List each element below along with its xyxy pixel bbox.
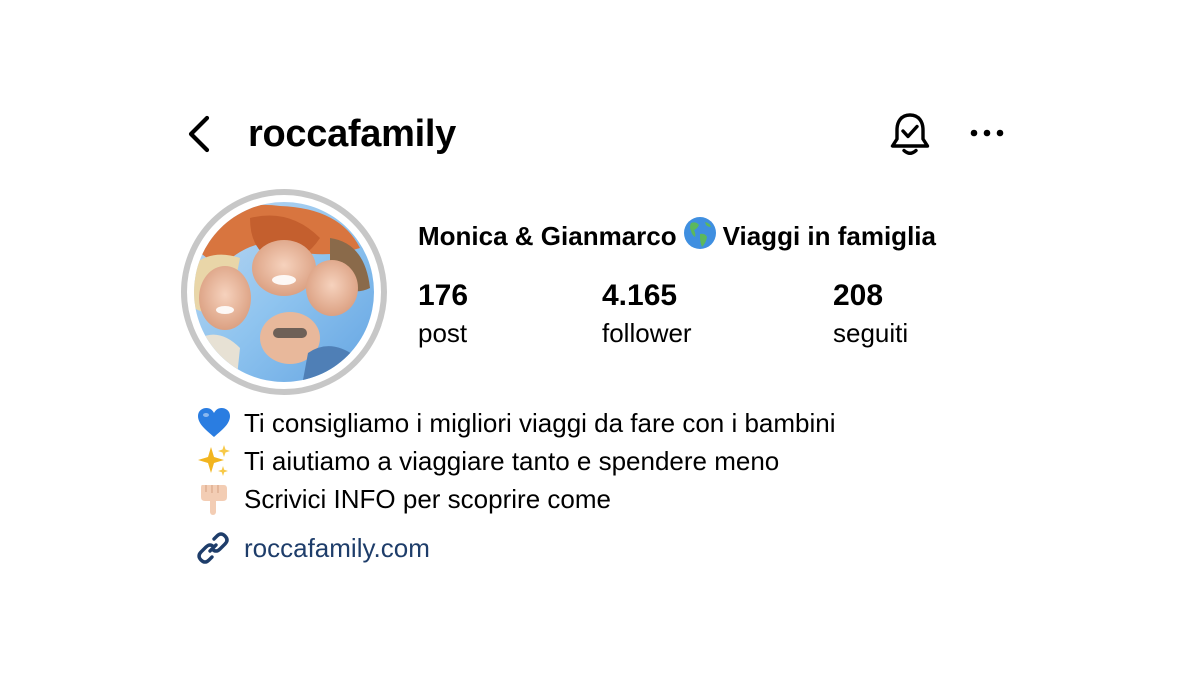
posts-label: post <box>418 318 468 348</box>
bio-text: Scrivici INFO per scoprire come <box>244 484 611 514</box>
stat-following[interactable]: 208 seguiti <box>833 278 908 352</box>
more-options-button[interactable] <box>967 118 1007 148</box>
bio-line: Ti aiutiamo a viaggiare tanto e spendere… <box>196 442 836 480</box>
globe-americas-icon <box>683 217 716 249</box>
following-label: seguiti <box>833 318 909 348</box>
sparkles-icon <box>198 445 230 476</box>
display-name-part2: Viaggi in famiglia <box>722 221 936 251</box>
profile-avatar[interactable] <box>180 188 388 396</box>
followers-count: 4.165 <box>602 279 678 312</box>
profile-bio: Ti consigliamo i migliori viaggi da fare… <box>196 404 836 518</box>
display-name-part1: Monica & Gianmarco <box>418 221 677 251</box>
posts-count: 176 <box>418 279 469 312</box>
blue-heart-icon <box>198 408 230 437</box>
website-link-text: roccafamily.com <box>244 533 430 563</box>
profile-display-name: Monica & Gianmarco Viaggi in famiglia <box>418 216 936 254</box>
following-count: 208 <box>833 279 884 312</box>
bio-line: Ti consigliamo i migliori viaggi da fare… <box>196 404 836 442</box>
profile-page: roccafamily Monica & Gianmarco Viaggi in… <box>0 0 1200 675</box>
bio-text: Ti aiutiamo a viaggiare tanto e spendere… <box>244 446 780 476</box>
followers-label: follower <box>602 318 692 348</box>
back-button[interactable] <box>183 110 219 158</box>
avatar-image <box>181 189 387 395</box>
profile-header: roccafamily <box>183 108 1008 160</box>
bio-text: Ti consigliamo i migliori viaggi da fare… <box>244 408 836 438</box>
chevron-left-icon <box>188 115 210 153</box>
stat-posts[interactable]: 176 post <box>418 278 468 352</box>
profile-username: roccafamily <box>248 113 456 155</box>
notifications-button[interactable] <box>887 110 933 158</box>
stat-followers[interactable]: 4.165 follower <box>602 278 692 352</box>
pointing-down-hand-icon <box>201 485 227 515</box>
profile-website-link[interactable]: roccafamily.com <box>194 529 430 567</box>
more-horizontal-icon <box>970 129 1004 137</box>
bell-check-icon <box>890 113 930 155</box>
link-icon <box>197 532 229 564</box>
bio-line: Scrivici INFO per scoprire come <box>196 480 836 518</box>
